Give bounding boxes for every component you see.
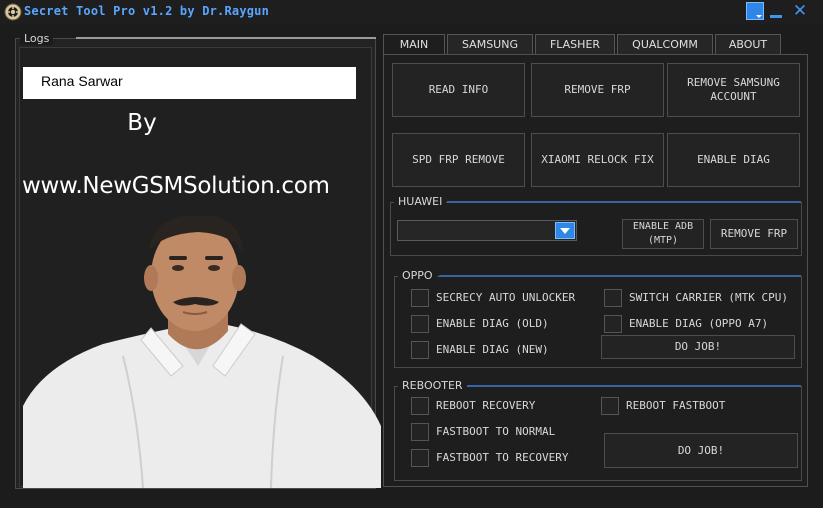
switch-carrier-checkbox[interactable] xyxy=(604,289,622,307)
close-icon[interactable]: ✕ xyxy=(788,2,812,20)
remove-samsung-account-button[interactable]: REMOVE SAMSUNG ACCOUNT xyxy=(667,63,800,117)
logs-group: Logs Rana Sarwar By www.NewGSMSolution.c… xyxy=(15,32,381,489)
enable-diag-new-checkbox[interactable] xyxy=(411,341,429,359)
enable-diag-new-label: ENABLE DIAG (NEW) xyxy=(436,343,549,356)
main-panel: READ INFO REMOVE FRP REMOVE SAMSUNG ACCO… xyxy=(383,54,808,487)
logs-divider xyxy=(76,37,376,39)
enable-adb-button[interactable]: ENABLE ADB (MTP) xyxy=(622,219,704,249)
by-text: By xyxy=(127,110,157,136)
reboot-fastboot-checkbox[interactable] xyxy=(601,397,619,415)
oppo-do-job-button[interactable]: DO JOB! xyxy=(601,335,795,359)
enable-diag-a7-label: ENABLE DIAG (OPPO A7) xyxy=(629,317,769,330)
tab-samsung[interactable]: SAMSUNG xyxy=(447,34,533,55)
window-title: Secret Tool Pro v1.2 by Dr.Raygun xyxy=(24,4,270,18)
website-text: www.NewGSMSolution.com xyxy=(22,173,330,199)
fastboot-to-normal-label: FASTBOOT TO NORMAL xyxy=(436,425,556,438)
app-gear-icon xyxy=(4,3,22,21)
logs-name-field[interactable]: Rana Sarwar xyxy=(23,67,356,99)
huawei-group: HUAWEI ENABLE ADB (MTP) REMOVE FRP xyxy=(390,195,802,256)
enable-diag-button[interactable]: ENABLE DIAG xyxy=(667,133,800,187)
secrecy-checkbox[interactable] xyxy=(411,289,429,307)
read-info-button[interactable]: READ INFO xyxy=(392,63,525,117)
title-bar: Secret Tool Pro v1.2 by Dr.Raygun ✕ xyxy=(0,0,823,24)
rebooter-do-job-button[interactable]: DO JOB! xyxy=(604,433,798,468)
enable-diag-old-label: ENABLE DIAG (OLD) xyxy=(436,317,549,330)
xiaomi-relock-fix-button[interactable]: XIAOMI RELOCK FIX xyxy=(531,133,664,187)
tab-flasher[interactable]: FLASHER xyxy=(535,34,615,55)
enable-diag-old-checkbox[interactable] xyxy=(411,315,429,333)
rebooter-divider xyxy=(467,385,801,387)
chevron-down-icon[interactable] xyxy=(555,222,575,239)
tab-main[interactable]: MAIN xyxy=(383,34,445,55)
logs-box[interactable]: Rana Sarwar By www.NewGSMSolution.com xyxy=(19,47,381,488)
box-icon[interactable] xyxy=(746,2,764,20)
rebooter-label: REBOOTER xyxy=(398,379,467,392)
reboot-recovery-label: REBOOT RECOVERY xyxy=(436,399,536,412)
oppo-group: OPPO SECRECY AUTO UNLOCKER ENABLE DIAG (… xyxy=(394,269,802,368)
huawei-label: HUAWEI xyxy=(394,195,447,208)
oppo-label: OPPO xyxy=(398,269,437,282)
reboot-fastboot-label: REBOOT FASTBOOT xyxy=(626,399,726,412)
logs-label: Logs xyxy=(20,32,54,45)
huawei-remove-frp-button[interactable]: REMOVE FRP xyxy=(710,219,798,249)
fastboot-to-normal-checkbox[interactable] xyxy=(411,423,429,441)
oppo-divider xyxy=(439,275,801,277)
tab-about[interactable]: ABOUT xyxy=(715,34,781,55)
enable-diag-a7-checkbox[interactable] xyxy=(604,315,622,333)
switch-carrier-label: SWITCH CARRIER (MTK CPU) xyxy=(629,291,788,304)
spd-frp-remove-button[interactable]: SPD FRP REMOVE xyxy=(392,133,525,187)
minimize-icon[interactable] xyxy=(768,2,784,20)
rebooter-group: REBOOTER REBOOT RECOVERY FASTBOOT TO NOR… xyxy=(394,379,802,481)
reboot-recovery-checkbox[interactable] xyxy=(411,397,429,415)
tab-qualcomm[interactable]: QUALCOMM xyxy=(617,34,713,55)
fastboot-to-recovery-label: FASTBOOT TO RECOVERY xyxy=(436,451,569,464)
author-photo xyxy=(23,216,381,488)
secrecy-label: SECRECY AUTO UNLOCKER xyxy=(436,291,576,304)
huawei-divider xyxy=(447,201,801,203)
huawei-combo[interactable] xyxy=(397,220,577,241)
fastboot-to-recovery-checkbox[interactable] xyxy=(411,449,429,467)
remove-frp-button[interactable]: REMOVE FRP xyxy=(531,63,664,117)
